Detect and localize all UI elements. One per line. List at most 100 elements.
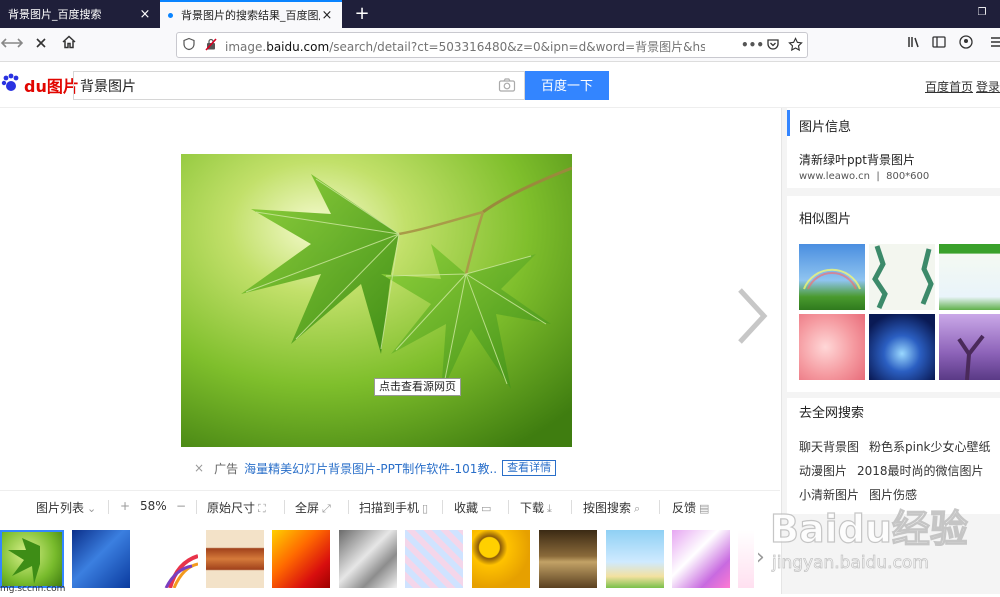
search-input[interactable] — [74, 72, 494, 99]
similar-thumb-swirl[interactable] — [869, 314, 935, 380]
view-source-tooltip[interactable]: 点击查看源网页 — [374, 378, 461, 396]
tab-image-results[interactable]: 背景图片的搜索结果_百度图片搜 × — [160, 0, 342, 28]
ad-close-icon[interactable]: × — [194, 461, 204, 475]
keyword-link[interactable]: 动漫图片 — [799, 462, 847, 479]
new-tab-button[interactable]: + — [350, 2, 374, 26]
insecure-lock-icon[interactable] — [203, 37, 219, 53]
zoom-in-button[interactable]: + — [120, 499, 130, 513]
search-box — [73, 71, 525, 100]
similar-thumb-purple-tree[interactable] — [939, 314, 1000, 381]
browser-tab-strip: 背景图片_百度搜索 × 背景图片的搜索结果_百度图片搜 × + ❐ — [0, 0, 1000, 28]
download-label: 下载 — [520, 501, 545, 515]
ad-detail-button[interactable]: 查看详情 — [502, 460, 557, 476]
ad-label: 广告 — [214, 461, 239, 476]
keyword-link[interactable]: 小清新图片 — [799, 486, 859, 503]
strip-thumb[interactable] — [539, 530, 597, 588]
keyword-link[interactable]: 2018最时尚的微信图片 — [857, 462, 984, 479]
zoom-out-button[interactable]: − — [176, 499, 186, 513]
similar-thumb-pink[interactable] — [799, 314, 865, 380]
strip-thumb[interactable] — [738, 530, 754, 588]
thumbnail-strip — [0, 522, 780, 594]
keyword-link[interactable]: 聊天背景图 — [799, 438, 859, 455]
similar-thumb-leaves[interactable] — [869, 244, 935, 310]
baidu-home-link[interactable]: 百度首页 — [925, 78, 973, 95]
scan-to-phone-button[interactable]: 扫描到手机 ▯ — [359, 499, 428, 516]
download-icon: ⤓ — [547, 502, 552, 515]
home-icon[interactable] — [58, 34, 80, 56]
address-bar[interactable]: image.baidu.com/search/detail?ct=5033164… — [176, 32, 808, 58]
library-icon[interactable] — [903, 34, 925, 56]
strip-thumb[interactable] — [140, 530, 198, 588]
viewer-toolbar: 图片列表 ⌄ + 58% − 原始尺寸 ⛶ 全屏 ⤢ 扫描到手机 ▯ 收藏 ▭ 下载 ⤓ 按… — [0, 490, 780, 522]
account-icon[interactable] — [955, 34, 977, 56]
strip-thumb[interactable] — [339, 530, 397, 588]
baidu-paw-icon — [0, 72, 22, 98]
original-size-icon: ⛶ — [258, 502, 266, 515]
section-accent — [787, 110, 790, 136]
menu-icon[interactable] — [986, 34, 1000, 56]
similar-thumb-green-frame[interactable] — [939, 244, 1000, 310]
main-image[interactable] — [181, 154, 572, 447]
similar-thumb-rainbow[interactable] — [799, 244, 865, 310]
login-link[interactable]: 登录 — [976, 78, 1000, 95]
window-restore-icon[interactable]: ❐ — [975, 6, 989, 20]
strip-thumb[interactable] — [206, 530, 264, 588]
strip-thumb-selected[interactable] — [0, 530, 64, 588]
strip-thumb[interactable] — [672, 530, 730, 588]
forward-icon[interactable] — [6, 34, 28, 56]
image-source[interactable]: www.leawo.cn — [799, 171, 870, 182]
toolbar-divider — [284, 500, 285, 514]
image-meta: www.leawo.cn | 800*600 — [799, 171, 930, 182]
download-button[interactable]: 下载 ⤓ — [520, 499, 552, 516]
ad-link[interactable]: 海量精美幻灯片背景图片-PPT制作软件-101教... — [244, 460, 496, 477]
tab-baidu-search[interactable]: 背景图片_百度搜索 × — [0, 0, 160, 28]
stop-loading-icon[interactable] — [30, 34, 52, 56]
baidu-image-logo[interactable]: du图片 — [0, 70, 79, 100]
original-size-button[interactable]: 原始尺寸 ⛶ — [207, 499, 266, 516]
zoom-level: 58% — [140, 499, 167, 513]
next-image-arrow-icon[interactable] — [734, 286, 770, 346]
keyword-link[interactable]: 粉色系pink少女心壁纸 — [869, 438, 991, 455]
sidebar-icon[interactable] — [928, 34, 950, 56]
pocket-icon[interactable] — [765, 37, 781, 53]
fullscreen-button[interactable]: 全屏 ⤢ — [295, 499, 331, 516]
close-tab-icon[interactable]: × — [138, 7, 152, 22]
strip-caption: mg.sccnn.com — [0, 584, 66, 594]
strip-thumb[interactable] — [272, 530, 330, 588]
close-tab-icon[interactable]: × — [320, 8, 334, 23]
collect-label: 收藏 — [454, 501, 479, 515]
toolbar-divider — [508, 500, 509, 514]
strip-thumb[interactable] — [606, 530, 664, 588]
image-title[interactable]: 清新绿叶ppt背景图片 — [799, 151, 915, 168]
site-info-icon[interactable] — [181, 37, 197, 53]
url-prefix: image. — [225, 40, 267, 54]
page-actions-icon[interactable]: ••• — [741, 37, 764, 53]
similar-images-title: 相似图片 — [799, 212, 852, 227]
collect-button[interactable]: 收藏 ▭ — [454, 499, 491, 516]
image-list-button[interactable]: 图片列表 ⌄ — [36, 499, 96, 516]
toolbar-divider — [196, 500, 197, 514]
search-button[interactable]: 百度一下 — [525, 71, 609, 100]
fullscreen-label: 全屏 — [295, 501, 320, 515]
strip-next-arrow-icon[interactable]: › — [756, 546, 772, 570]
web-search-section: 去全网搜索 聊天背景图 粉色系pink少女心壁纸 动漫图片 2018最时尚的微信… — [787, 398, 1000, 514]
url-text[interactable]: image.baidu.com/search/detail?ct=5033164… — [225, 38, 705, 55]
bookmark-star-icon[interactable] — [787, 37, 803, 53]
navigation-bar: image.baidu.com/search/detail?ct=5033164… — [0, 28, 1000, 62]
toolbar-divider — [571, 500, 572, 514]
feedback-button[interactable]: 反馈 ▤ — [672, 499, 709, 516]
strip-thumb[interactable] — [472, 530, 530, 588]
image-search-icon: ⌕ — [634, 502, 641, 515]
chevron-down-icon: ⌄ — [87, 502, 97, 515]
feedback-label: 反馈 — [672, 501, 697, 515]
camera-search-icon[interactable] — [498, 77, 516, 93]
search-by-image-label: 按图搜索 — [583, 501, 632, 515]
keyword-link[interactable]: 图片伤感 — [869, 486, 917, 503]
scan-to-phone-label: 扫描到手机 — [359, 501, 420, 515]
strip-thumb[interactable] — [405, 530, 463, 588]
search-by-image-button[interactable]: 按图搜索 ⌕ — [583, 499, 640, 516]
toolbar-divider — [442, 500, 443, 514]
image-list-label: 图片列表 — [36, 501, 85, 515]
image-info-section: 图片信息 清新绿叶ppt背景图片 www.leawo.cn | 800*600 — [787, 108, 1000, 188]
strip-thumb[interactable] — [72, 530, 130, 588]
